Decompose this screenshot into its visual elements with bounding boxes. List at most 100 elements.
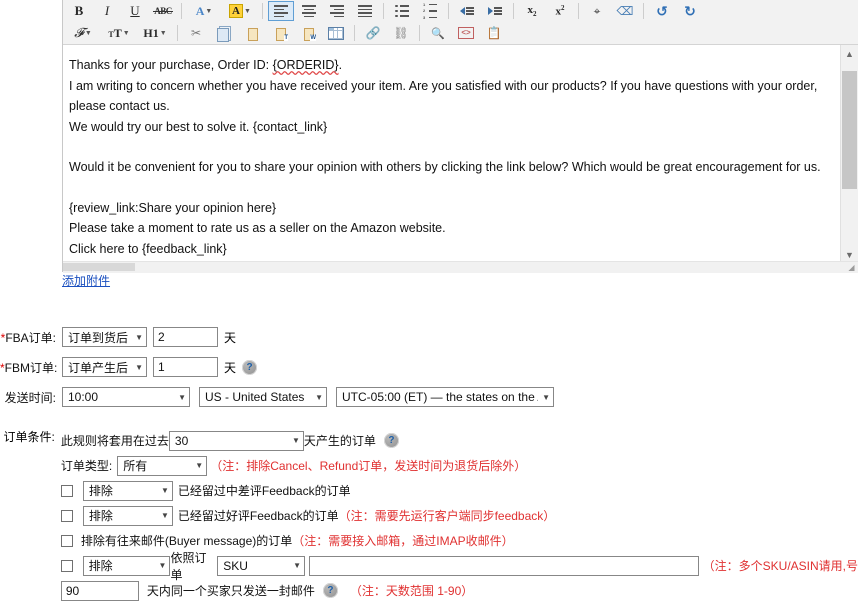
copy-button[interactable]	[211, 23, 237, 43]
exclude-buyer-message-text: 排除有往来邮件(Buyer message)的订单	[81, 532, 292, 549]
italic-button[interactable]: I	[94, 1, 120, 21]
toolbar-separator	[513, 3, 514, 19]
sku-list-input[interactable]	[309, 556, 699, 576]
exclude-negative-feedback-checkbox[interactable]	[61, 485, 73, 497]
email-rule-settings-page: B I U ABC A▼ A▼	[0, 0, 858, 594]
editor-blank-line	[69, 137, 832, 157]
template-button[interactable]: 📋	[481, 23, 507, 43]
editor-horizontal-scrollbar[interactable]: ◢	[63, 261, 858, 273]
order-type-value: 所有	[123, 457, 147, 474]
scope-prefix-text: 此规则将套用在过去	[61, 432, 169, 449]
align-left-button[interactable]	[268, 1, 294, 21]
scope-days-value: 30	[175, 434, 188, 448]
exclude-positive-select-value: 排除	[89, 507, 113, 524]
underline-button[interactable]: U	[122, 1, 148, 21]
scope-help-icon[interactable]: ?	[384, 433, 399, 448]
order-type-note: （注：排除Cancel、Refund订单，发送时间为退货后除外）	[210, 457, 526, 474]
fbm-help-icon[interactable]: ?	[242, 360, 257, 375]
frequency-help-icon[interactable]: ?	[323, 583, 338, 598]
font-color-button[interactable]: A▼	[187, 1, 221, 21]
preview-button[interactable]: 🔍	[425, 23, 451, 43]
paste-word-icon: W	[301, 26, 315, 40]
fba-trigger-value: 订单到货后	[68, 329, 128, 346]
redo-icon: ↻	[684, 3, 696, 20]
sku-type-value: SKU	[223, 559, 248, 573]
spellcheck-word: {ORDERID}	[273, 58, 339, 72]
fba-days-unit: 天	[224, 329, 236, 346]
chevron-down-icon: ▼	[292, 436, 300, 445]
timezone-select[interactable]: UTC-05:00 (ET) — the states on the Atla …	[336, 387, 554, 407]
unlink-button[interactable]: ⛓	[388, 23, 414, 43]
preview-magnifier-icon: 🔍	[431, 27, 445, 40]
sku-filter-mode-select[interactable]: 排除 ▼	[83, 556, 171, 576]
insert-table-button[interactable]	[323, 23, 349, 43]
fba-days-input[interactable]: 2	[153, 327, 218, 347]
font-size-button[interactable]: TT▼	[102, 23, 136, 43]
fbm-days-input[interactable]: 1	[153, 357, 218, 377]
exclude-buyer-message-checkbox[interactable]	[61, 535, 73, 547]
resize-grip-icon[interactable]: ◢	[846, 262, 857, 273]
toolbar-separator	[383, 3, 384, 19]
scroll-up-arrow-icon[interactable]: ▲	[841, 45, 858, 62]
fbm-days-unit: 天	[224, 359, 236, 376]
exclude-positive-feedback-select[interactable]: 排除 ▼	[83, 506, 173, 526]
vertical-scroll-thumb[interactable]	[842, 71, 857, 189]
timezone-value: UTC-05:00 (ET) — the states on the Atla	[342, 390, 538, 404]
exclude-positive-feedback-row: 排除 ▼ 已经留过好评Feedback的订单 （注：需要先运行客户端同步feed…	[61, 503, 858, 528]
send-frequency-row: 90 天内同一个买家只发送一封邮件 ? （注：天数范围 1-90）	[61, 578, 858, 603]
horizontal-scroll-thumb[interactable]	[63, 263, 135, 271]
exclude-buyer-message-note: （注：需要接入邮箱，通过IMAP收邮件）	[292, 532, 513, 549]
select-cursor-button[interactable]: ⌖	[584, 1, 610, 21]
chevron-down-icon: ▼	[135, 333, 143, 342]
send-time-row: 发送时间: 10:00 ▼ US - United States ▼ UTC-0…	[0, 382, 858, 412]
scope-days-select[interactable]: 30 ▼	[169, 431, 304, 451]
bullet-list-button[interactable]	[389, 1, 415, 21]
strikethrough-button[interactable]: ABC	[150, 1, 176, 21]
order-conditions-label: 订单条件:	[0, 428, 61, 603]
editor-toolbar: B I U ABC A▼ A▼	[63, 0, 858, 45]
cut-button[interactable]: ✂	[183, 23, 209, 43]
sku-filter-checkbox[interactable]	[61, 560, 73, 572]
superscript-button[interactable]: x2	[547, 1, 573, 21]
outdent-button[interactable]	[454, 1, 480, 21]
country-select[interactable]: US - United States ▼	[199, 387, 327, 407]
heading-button[interactable]: H1▼	[138, 23, 172, 43]
bold-button[interactable]: B	[66, 1, 92, 21]
send-time-select[interactable]: 10:00 ▼	[62, 387, 190, 407]
font-family-button[interactable]: 𝓕▼	[66, 23, 100, 43]
toolbar-separator	[643, 3, 644, 19]
align-justify-button[interactable]	[352, 1, 378, 21]
fba-label-text: FBA订单:	[5, 331, 56, 345]
subscript-button[interactable]: x2	[519, 1, 545, 21]
toolbar-row-1: B I U ABC A▼ A▼	[63, 0, 858, 22]
highlight-color-button[interactable]: A▼	[223, 1, 257, 21]
exclude-positive-feedback-checkbox[interactable]	[61, 510, 73, 522]
exclude-positive-feedback-text: 已经留过好评Feedback的订单	[178, 507, 339, 524]
paste-text-button[interactable]: T	[267, 23, 293, 43]
copy-icon	[217, 26, 231, 40]
add-attachment-link[interactable]: 添加附件	[62, 274, 110, 288]
undo-icon: ↺	[656, 3, 668, 20]
clear-format-button[interactable]: ⌫	[612, 1, 638, 21]
align-right-button[interactable]	[324, 1, 350, 21]
paste-button[interactable]	[239, 23, 265, 43]
sku-type-select[interactable]: SKU ▼	[217, 556, 305, 576]
exclude-negative-feedback-select[interactable]: 排除 ▼	[83, 481, 173, 501]
fba-order-label: *FBA订单:	[0, 329, 62, 346]
indent-button[interactable]	[482, 1, 508, 21]
frequency-days-input[interactable]: 90	[61, 581, 139, 601]
chevron-down-icon: ▼	[542, 393, 550, 402]
paste-word-button[interactable]: W	[295, 23, 321, 43]
align-center-button[interactable]	[296, 1, 322, 21]
insert-link-button[interactable]: 🔗	[360, 23, 386, 43]
numbered-list-button[interactable]: 123	[417, 1, 443, 21]
editor-vertical-scrollbar[interactable]: ▲ ▼	[840, 45, 858, 263]
redo-button[interactable]: ↻	[677, 1, 703, 21]
editor-content[interactable]: Thanks for your purchase, Order ID: {ORD…	[63, 45, 840, 263]
fba-trigger-select[interactable]: 订单到货后 ▼	[62, 327, 147, 347]
source-code-button[interactable]: <>	[453, 23, 479, 43]
undo-button[interactable]: ↺	[649, 1, 675, 21]
editor-line: {review_link:Share your opinion here}	[69, 198, 832, 219]
fbm-trigger-select[interactable]: 订单产生后 ▼	[62, 357, 147, 377]
order-type-select[interactable]: 所有 ▼	[117, 456, 207, 476]
